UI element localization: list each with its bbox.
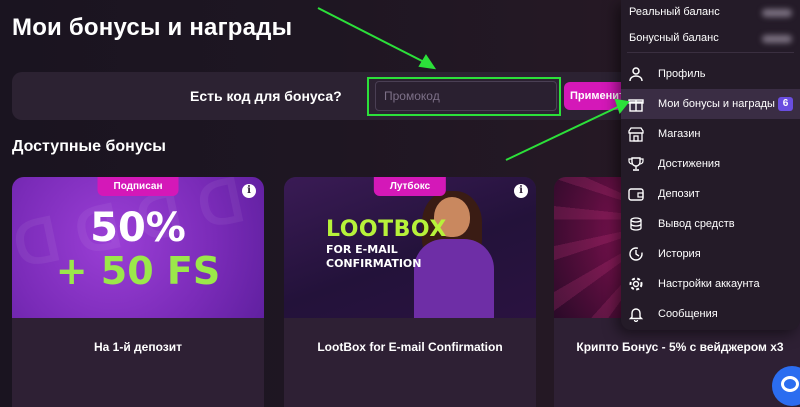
promo-bar: Есть код для бонуса? Применить bbox=[12, 72, 642, 120]
menu-item-store[interactable]: Магазин bbox=[621, 119, 800, 149]
real-balance-value bbox=[762, 9, 792, 17]
card-tag: Лутбокс bbox=[373, 177, 447, 196]
menu-item-label: Вывод средств bbox=[658, 218, 735, 230]
chat-icon bbox=[781, 376, 799, 392]
menu-item-history[interactable]: История bbox=[621, 239, 800, 269]
trophy-icon bbox=[628, 156, 644, 172]
coins-icon bbox=[628, 216, 644, 232]
menu-item-label: Профиль bbox=[658, 68, 706, 80]
promo-question: Есть код для бонуса? bbox=[190, 88, 342, 104]
card-footer bbox=[554, 318, 800, 407]
menu-item-profile[interactable]: Профиль bbox=[621, 59, 800, 89]
menu-item-label: Достижения bbox=[658, 158, 721, 170]
menu-item-achievements[interactable]: Достижения bbox=[621, 149, 800, 179]
wallet-icon bbox=[628, 186, 644, 202]
info-icon[interactable]: i bbox=[514, 184, 528, 198]
card-title: Крипто Бонус - 5% с вейджером х3 bbox=[576, 340, 784, 354]
card-banner: ᗡ ᗡ ᗡ ᗡ 50% + 50 FS bbox=[12, 177, 264, 318]
menu-item-messages[interactable]: Сообщения bbox=[621, 299, 800, 329]
menu-item-label: Мои бонусы и награды bbox=[658, 98, 775, 110]
menu-item-label: Настройки аккаунта bbox=[658, 278, 760, 290]
gift-icon bbox=[628, 96, 644, 112]
bonus-balance-label: Бонусный баланс bbox=[629, 32, 719, 44]
store-icon bbox=[628, 126, 644, 142]
person-icon bbox=[628, 66, 644, 82]
banner-percent: 50% bbox=[90, 205, 186, 251]
card-tag: Подписан bbox=[97, 177, 179, 196]
menu-item-deposit[interactable]: Депозит bbox=[621, 179, 800, 209]
arrow-to-promo-input bbox=[317, 7, 437, 70]
gear-icon bbox=[628, 276, 644, 292]
menu-item-bonuses[interactable]: Мои бонусы и награды 6 bbox=[621, 89, 800, 119]
bonus-count-badge: 6 bbox=[778, 97, 793, 111]
info-icon[interactable]: i bbox=[242, 184, 256, 198]
bonus-card-lootbox[interactable]: LOOTBOX FOR E-MAIL CONFIRMATION Лутбокс … bbox=[284, 177, 536, 407]
menu-item-settings[interactable]: Настройки аккаунта bbox=[621, 269, 800, 299]
real-balance-label: Реальный баланс bbox=[629, 6, 720, 18]
menu-item-label: История bbox=[658, 248, 701, 260]
banner-free-spins: + 50 FS bbox=[55, 249, 221, 293]
card-title: LootBox for E-mail Confirmation bbox=[317, 340, 503, 354]
bell-icon bbox=[628, 306, 644, 323]
history-icon bbox=[628, 246, 644, 262]
account-dropdown: Реальный баланс Бонусный баланс Профиль … bbox=[621, 0, 800, 330]
menu-item-label: Магазин bbox=[658, 128, 701, 140]
section-title: Доступные бонусы bbox=[12, 138, 166, 155]
promo-code-input[interactable] bbox=[375, 81, 557, 111]
menu-item-label: Депозит bbox=[658, 188, 700, 200]
bonus-balance-value bbox=[762, 35, 792, 43]
menu-item-label: Сообщения bbox=[658, 308, 718, 320]
banner-lootbox-title: LOOTBOX bbox=[326, 217, 447, 242]
bonus-card-deposit[interactable]: ᗡ ᗡ ᗡ ᗡ 50% + 50 FS Подписан i На 1-й де… bbox=[12, 177, 264, 407]
page-title: Мои бонусы и награды bbox=[12, 14, 293, 41]
card-footer bbox=[284, 318, 536, 407]
card-title: На 1-й депозит bbox=[94, 340, 182, 354]
menu-divider bbox=[627, 52, 794, 53]
card-banner: LOOTBOX FOR E-MAIL CONFIRMATION bbox=[284, 177, 536, 318]
banner-lootbox-subtitle: FOR E-MAIL CONFIRMATION bbox=[326, 243, 422, 270]
card-footer bbox=[12, 318, 264, 407]
menu-item-withdraw[interactable]: Вывод средств bbox=[621, 209, 800, 239]
character-body bbox=[414, 239, 494, 318]
